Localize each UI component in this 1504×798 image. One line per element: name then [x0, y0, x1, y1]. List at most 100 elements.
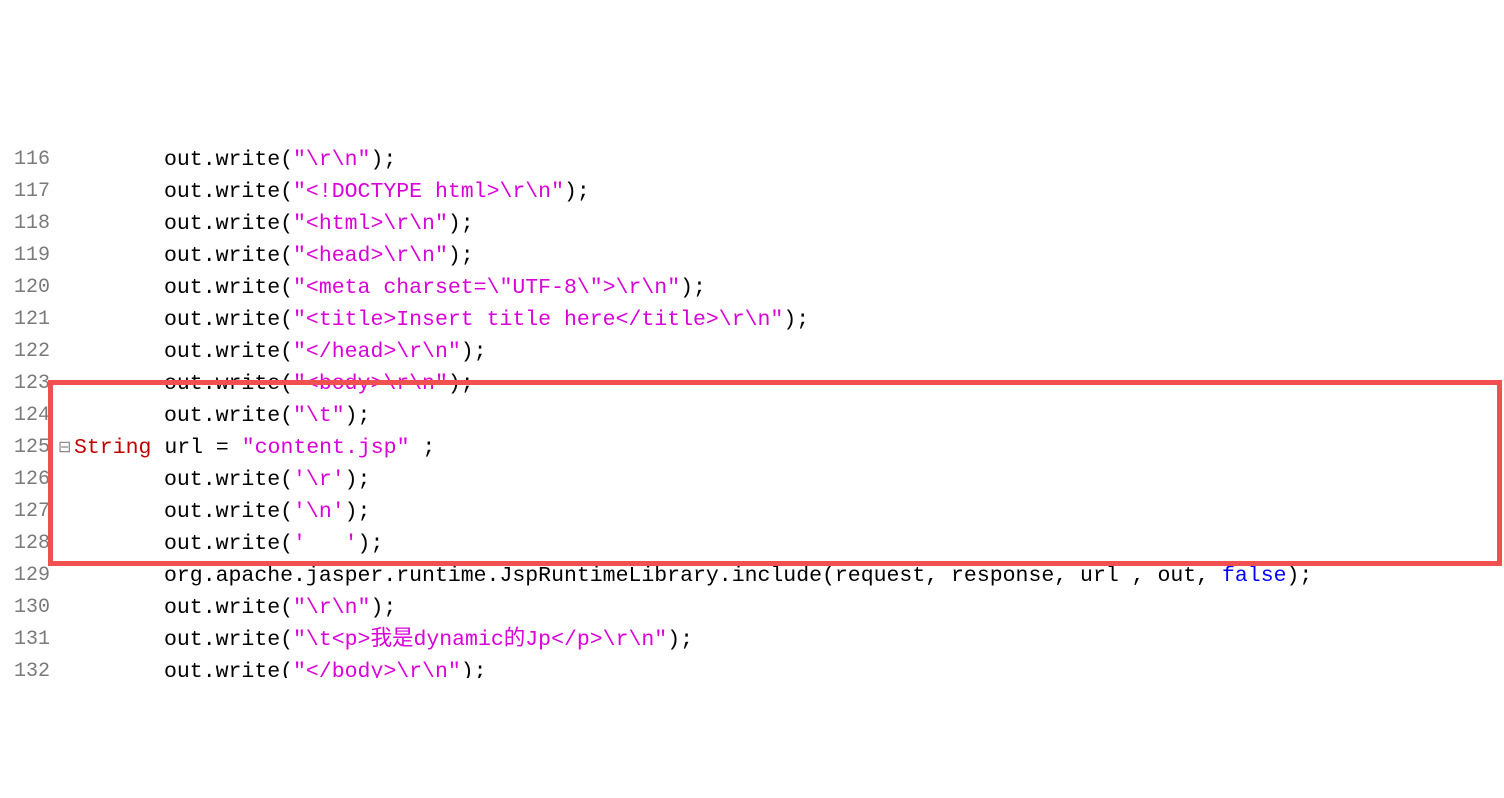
keyword-token: String	[74, 436, 151, 460]
text-token: );	[461, 660, 487, 678]
code-content: out.write('\n');	[70, 496, 1504, 528]
line-number: 131	[0, 624, 58, 656]
string-token: "<meta charset=\"UTF-8\">\r\n"	[293, 276, 680, 300]
text-token: out.write(	[164, 404, 293, 428]
string-token: "<body>\r\n"	[293, 372, 448, 396]
text-token: ;	[409, 436, 435, 460]
text-token: );	[345, 500, 371, 524]
string-token: "\t"	[293, 404, 345, 428]
text-token: out.write(	[164, 628, 293, 652]
text-token: out.write(	[164, 500, 293, 524]
code-line: 119 out.write("<head>\r\n");	[0, 240, 1504, 272]
text-token: out.write(	[164, 276, 293, 300]
string-token: "\r\n"	[293, 148, 370, 172]
code-line: 117 out.write("<!DOCTYPE html>\r\n");	[0, 176, 1504, 208]
code-content: org.apache.jasper.runtime.JspRuntimeLibr…	[70, 560, 1504, 592]
code-line: 116 out.write("\r\n");	[0, 144, 1504, 176]
text-token: );	[448, 244, 474, 268]
code-line: 123 out.write("<body>\r\n");	[0, 368, 1504, 400]
text-token: out.write(	[164, 244, 293, 268]
code-line: 126 out.write('\r');	[0, 464, 1504, 496]
line-number: 118	[0, 208, 58, 240]
text-token: );	[370, 596, 396, 620]
text-token: out.write(	[164, 532, 293, 556]
code-content: out.write('\r');	[70, 464, 1504, 496]
text-token: );	[564, 180, 590, 204]
text-token: out.write(	[164, 180, 293, 204]
string-token: "\t<p>我是dynamic的Jp</p>\r\n"	[293, 628, 667, 652]
line-number: 128	[0, 528, 58, 560]
code-content: out.write("<meta charset=\"UTF-8\">\r\n"…	[70, 272, 1504, 304]
text-token: );	[1287, 564, 1313, 588]
code-line: 120 out.write("<meta charset=\"UTF-8\">\r…	[0, 272, 1504, 304]
code-line: 124 out.write("\t");	[0, 400, 1504, 432]
code-content: out.write("</head>\r\n");	[70, 336, 1504, 368]
code-content: out.write("\r\n");	[70, 592, 1504, 624]
code-line: 130 out.write("\r\n");	[0, 592, 1504, 624]
code-line: 129 org.apache.jasper.runtime.JspRuntimeL…	[0, 560, 1504, 592]
text-token: out.write(	[164, 596, 293, 620]
fold-gutter[interactable]: ⊟	[58, 432, 70, 464]
string-token: "content.jsp"	[242, 436, 410, 460]
code-editor: 116out.write("\r\n");117out.write("<!DOC…	[0, 144, 1504, 678]
text-token: );	[783, 308, 809, 332]
code-line: 118 out.write("<html>\r\n");	[0, 208, 1504, 240]
string-token: "</body>\r\n"	[293, 660, 461, 678]
line-number: 116	[0, 144, 58, 176]
string-token: "<head>\r\n"	[293, 244, 448, 268]
line-number: 130	[0, 592, 58, 624]
code-line: 127 out.write('\n');	[0, 496, 1504, 528]
text-token: url =	[151, 436, 241, 460]
code-content: out.write("<html>\r\n");	[70, 208, 1504, 240]
code-content: out.write("\r\n");	[70, 144, 1504, 176]
code-content: out.write("</body>\r\n");	[70, 656, 1504, 678]
line-number: 122	[0, 336, 58, 368]
line-number: 127	[0, 496, 58, 528]
line-number: 132	[0, 656, 58, 678]
code-line: 125⊟String url = "content.jsp" ;	[0, 432, 1504, 464]
code-content: String url = "content.jsp" ;	[70, 432, 1504, 464]
code-content: out.write("<body>\r\n");	[70, 368, 1504, 400]
text-token: );	[448, 212, 474, 236]
text-token: );	[370, 148, 396, 172]
line-number: 129	[0, 560, 58, 592]
text-token: out.write(	[164, 148, 293, 172]
string-token: "<title>Insert title here</title>\r\n"	[293, 308, 783, 332]
line-number: 125	[0, 432, 58, 464]
line-number: 123	[0, 368, 58, 400]
line-number: 119	[0, 240, 58, 272]
line-number: 117	[0, 176, 58, 208]
line-number: 124	[0, 400, 58, 432]
text-token: );	[345, 468, 371, 492]
text-token: org.apache.jasper.runtime.JspRuntimeLibr…	[164, 564, 1222, 588]
text-token: );	[345, 404, 371, 428]
boolean-token: false	[1222, 564, 1287, 588]
code-content: out.write("<head>\r\n");	[70, 240, 1504, 272]
string-token: "<!DOCTYPE html>\r\n"	[293, 180, 564, 204]
code-line: 121out.write("<title>Insert title here</…	[0, 304, 1504, 336]
char-token: '\r'	[293, 468, 345, 492]
code-content: out.write("<!DOCTYPE html>\r\n");	[70, 176, 1504, 208]
text-token: );	[448, 372, 474, 396]
code-content: out.write("<title>Insert title here</tit…	[70, 304, 1504, 336]
text-token: out.write(	[164, 660, 293, 678]
char-token: ' '	[293, 532, 358, 556]
text-token: out.write(	[164, 372, 293, 396]
code-content: out.write(' ');	[70, 528, 1504, 560]
code-line: 131 out.write("\t<p>我是dynamic的Jp</p>\r\n"…	[0, 624, 1504, 656]
text-token: out.write(	[164, 340, 293, 364]
text-token: );	[358, 532, 384, 556]
text-token: );	[667, 628, 693, 652]
code-content: out.write("\t<p>我是dynamic的Jp</p>\r\n");	[70, 624, 1504, 656]
char-token: '\n'	[293, 500, 345, 524]
text-token: );	[680, 276, 706, 300]
text-token: out.write(	[164, 212, 293, 236]
code-line: 132 out.write("</body>\r\n");	[0, 656, 1504, 678]
code-line: 128 out.write(' ');	[0, 528, 1504, 560]
line-number: 120	[0, 272, 58, 304]
text-token: out.write(	[164, 468, 293, 492]
text-token: out.write(	[164, 308, 293, 332]
line-number: 126	[0, 464, 58, 496]
string-token: "</head>\r\n"	[293, 340, 461, 364]
code-line: 122 out.write("</head>\r\n");	[0, 336, 1504, 368]
